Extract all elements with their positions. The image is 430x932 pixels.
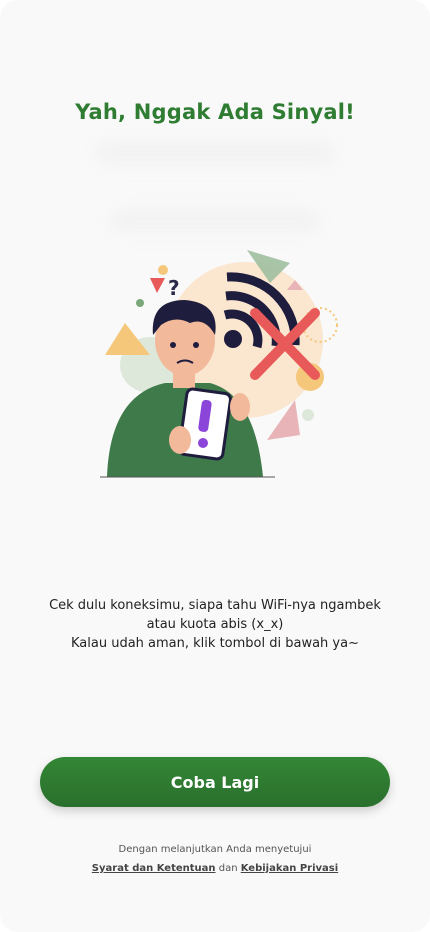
deco-triangle — [150, 278, 165, 293]
privacy-link[interactable]: Kebijakan Privasi — [241, 863, 338, 874]
error-message: Cek dulu koneksimu, siapa tahu WiFi-nya … — [20, 596, 410, 653]
blurred-placeholder — [95, 142, 335, 164]
deco-dot — [136, 299, 144, 307]
deco-dot — [158, 265, 168, 275]
blurred-placeholder — [110, 210, 320, 232]
terms-link[interactable]: Syarat dan Ketentuan — [92, 863, 216, 874]
no-signal-illustration: ? — [100, 250, 338, 478]
message-line: atau kuota abis (x_x) — [146, 617, 284, 632]
message-line: Kalau udah aman, klik tombol di bawah ya… — [71, 636, 359, 651]
deco-dot — [302, 409, 314, 421]
no-signal-screen: Yah, Nggak Ada Sinyal! ? Cek dulu koneks… — [0, 0, 430, 932]
question-mark: ? — [168, 276, 180, 300]
terms-notice: Dengan melanjutkan Anda menyetujui Syara… — [0, 844, 430, 874]
retry-button[interactable]: Coba Lagi — [40, 757, 390, 807]
terms-conjunction: dan — [218, 863, 238, 874]
message-line: Cek dulu koneksimu, siapa tahu WiFi-nya … — [49, 598, 381, 613]
page-title: Yah, Nggak Ada Sinyal! — [75, 100, 355, 124]
terms-links: Syarat dan Ketentuan dan Kebijakan Priva… — [0, 863, 430, 874]
terms-prefix: Dengan melanjutkan Anda menyetujui — [118, 844, 312, 855]
